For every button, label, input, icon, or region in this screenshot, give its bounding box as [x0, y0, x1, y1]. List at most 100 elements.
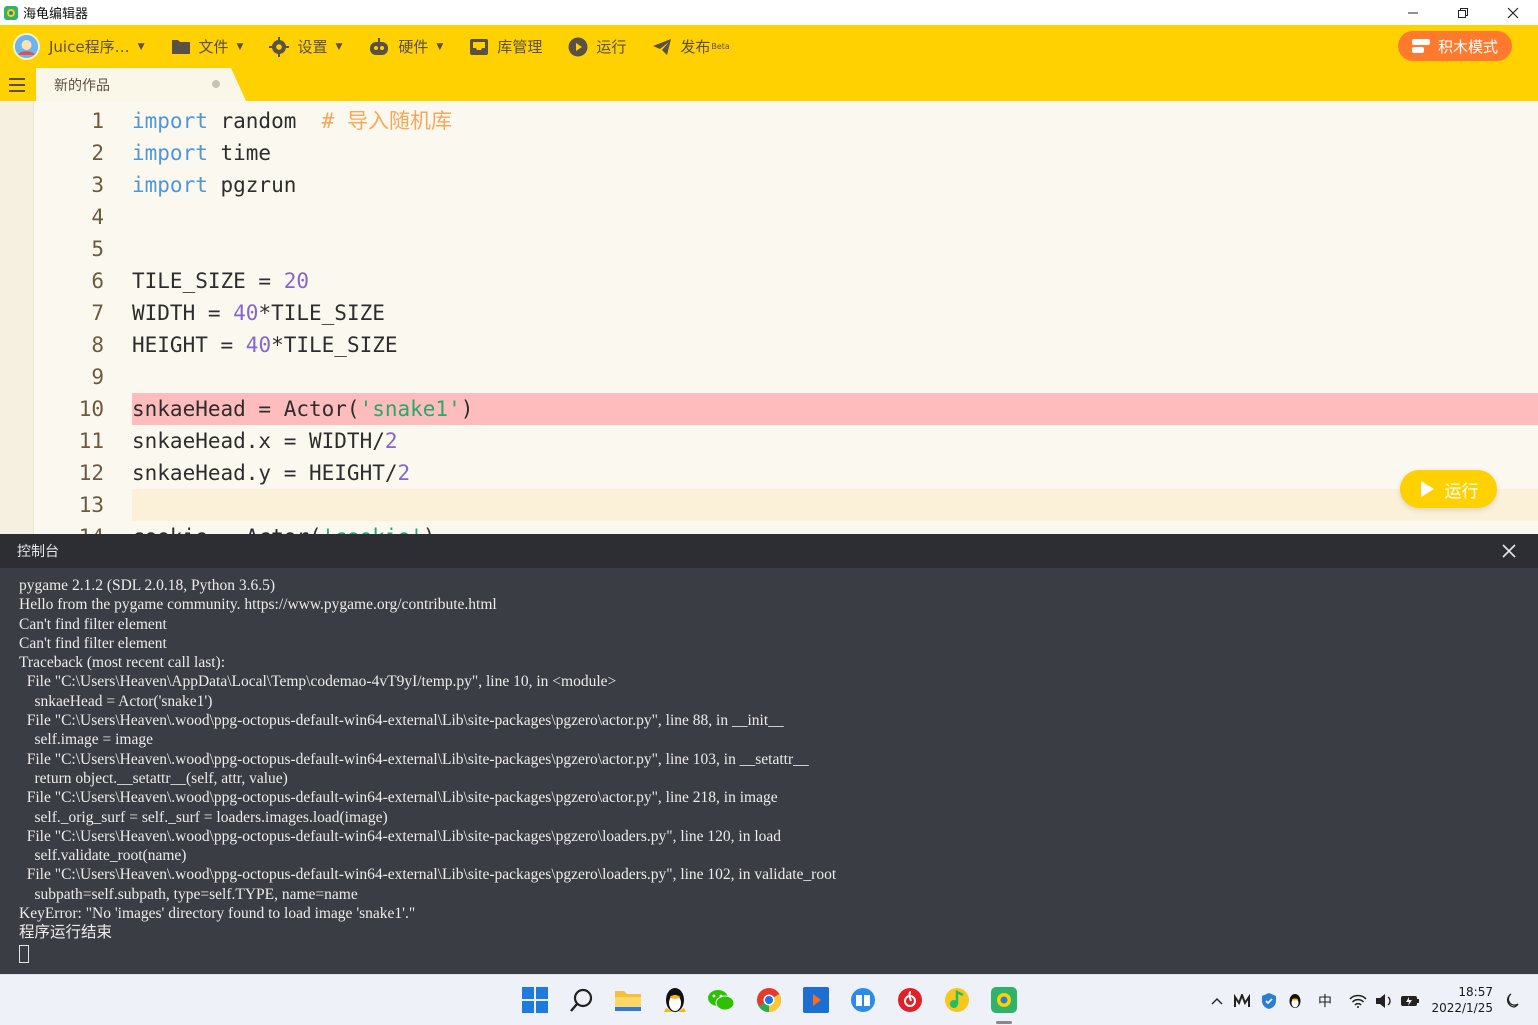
code-line[interactable]: 12 snkaeHead.y = HEIGHT/2: [0, 457, 1538, 489]
unsaved-dot-icon: [212, 80, 220, 88]
console-line: File "C:\Users\Heaven\.wood\ppg-octopus-…: [19, 712, 784, 730]
tray-app[interactable]: [1232, 991, 1252, 1011]
restore-button[interactable]: [1438, 0, 1488, 25]
code-editor[interactable]: 1 import random # 导入随机库 2 import time 3 …: [0, 101, 1538, 534]
line-number: 11: [78, 429, 104, 453]
console-line: File "C:\Users\Heaven\.wood\ppg-octopus-…: [19, 866, 837, 884]
tab-label: 新的作品: [54, 77, 110, 94]
close-window-button[interactable]: [1488, 0, 1538, 25]
robot-icon: [370, 37, 389, 55]
turtle-app-icon: [991, 987, 1017, 1013]
console-line: return object.__setattr__(self, attr, va…: [19, 769, 288, 787]
run-menu-label: 运行: [596, 38, 627, 56]
publish-button[interactable]: 发布 Beta: [639, 25, 742, 68]
battery-tray[interactable]: [1399, 991, 1421, 1011]
security-tray[interactable]: [1259, 991, 1279, 1011]
line-number: 8: [91, 333, 104, 357]
shield-icon: [1262, 993, 1276, 1009]
ime-indicator[interactable]: 中: [1314, 991, 1336, 1011]
tab-new-work[interactable]: 新的作品: [36, 68, 246, 101]
battery-icon: [1401, 996, 1419, 1006]
netease-music-button[interactable]: [895, 985, 925, 1015]
code-line[interactable]: 1 import random # 导入随机库: [0, 105, 1538, 137]
line-number: 12: [78, 461, 104, 485]
turtle-editor-taskbar-button[interactable]: [989, 985, 1019, 1015]
run-menu-button[interactable]: 运行: [555, 25, 639, 68]
media-player-icon: [803, 987, 829, 1013]
library-manager-button[interactable]: 库管理: [456, 25, 555, 68]
line-number: 6: [91, 269, 104, 293]
hardware-menu[interactable]: 硬件 ▼: [355, 25, 456, 68]
reader-button[interactable]: [848, 985, 878, 1015]
code-line[interactable]: 3 import pgzrun: [0, 169, 1538, 201]
show-hidden-icons-button[interactable]: [1208, 991, 1226, 1011]
current-line-highlight: [132, 489, 1538, 521]
qq-button[interactable]: [660, 985, 690, 1015]
window-title: 海龟编辑器: [23, 7, 89, 22]
user-name: Juice程序…: [49, 38, 130, 56]
user-menu[interactable]: Juice程序… ▼: [49, 25, 158, 68]
folder-icon: [171, 40, 190, 54]
code-line-error[interactable]: 10 snkaeHead = Actor('snake1'): [0, 393, 1538, 425]
paper-plane-icon: [653, 38, 672, 55]
file-menu[interactable]: 文件 ▼: [158, 25, 257, 68]
code-line[interactable]: 9: [0, 361, 1538, 393]
code-line[interactable]: 14 cookie = Actor('cookie'): [0, 521, 1538, 534]
code-line[interactable]: 2 import time: [0, 137, 1538, 169]
window-controls: [1388, 0, 1538, 25]
system-clock[interactable]: 18:57 2022/1/25: [1431, 984, 1493, 1016]
console-line: subpath=self.subpath, type=self.TYPE, na…: [19, 885, 358, 903]
volume-tray[interactable]: [1373, 991, 1395, 1011]
console-panel: 控制台 pygame 2.1.2 (SDL 2.0.18, Python 3.6…: [0, 534, 1538, 974]
file-explorer-button[interactable]: [613, 985, 643, 1015]
code-line[interactable]: 5: [0, 233, 1538, 265]
main-toolbar: Juice程序… ▼ 文件 ▼ 设置 ▼ 硬件 ▼ 库管理 运行 发布 Beta: [0, 25, 1538, 68]
code-line[interactable]: 6 TILE_SIZE = 20: [0, 265, 1538, 297]
code-line[interactable]: 8 HEIGHT = 40*TILE_SIZE: [0, 329, 1538, 361]
code-text: HEIGHT = 40*TILE_SIZE: [132, 333, 398, 357]
turtle-app-icon: [4, 5, 18, 20]
code-line-current[interactable]: 13: [0, 489, 1538, 521]
code-line[interactable]: 4: [0, 201, 1538, 233]
run-button[interactable]: 运行: [1400, 470, 1497, 508]
gear-icon: [269, 36, 290, 57]
folder-icon: [615, 991, 641, 1011]
start-button[interactable]: [520, 985, 550, 1015]
code-line[interactable]: 11 snkaeHead.x = WIDTH/2: [0, 425, 1538, 457]
console-line: self.validate_root(name): [19, 847, 187, 865]
minimize-button[interactable]: [1388, 0, 1438, 25]
line-number: 1: [91, 109, 104, 133]
line-number: 13: [78, 493, 104, 517]
console-line: KeyError: "No 'images' directory found t…: [19, 905, 416, 923]
qq-penguin-icon: [664, 988, 686, 1012]
chrome-button[interactable]: [754, 985, 784, 1015]
close-icon[interactable]: [1502, 544, 1516, 558]
qq-tray[interactable]: [1285, 991, 1305, 1011]
qq-penguin-icon: [1289, 994, 1301, 1008]
qq-music-button[interactable]: [942, 985, 972, 1015]
console-line: Traceback (most recent call last):: [19, 654, 226, 672]
focus-assist-tray[interactable]: [1500, 991, 1522, 1011]
console-line: File "C:\Users\Heaven\.wood\ppg-octopus-…: [19, 789, 778, 807]
avatar[interactable]: [13, 33, 40, 60]
line-number: 4: [91, 205, 104, 229]
wechat-button[interactable]: [706, 985, 736, 1015]
console-line: File "C:\Users\Heaven\AppData\Local\Temp…: [19, 673, 617, 691]
chrome-icon: [757, 988, 782, 1012]
console-line: Can't find filter element: [19, 634, 167, 652]
search-button[interactable]: [567, 985, 597, 1015]
console-title: 控制台: [17, 544, 59, 560]
code-text: snkaeHead.x = WIDTH/2: [132, 429, 398, 453]
console-end-message: 程序运行结束: [19, 923, 113, 942]
wifi-tray[interactable]: [1347, 991, 1369, 1011]
block-mode-button[interactable]: 积木模式: [1397, 31, 1512, 61]
run-button-label: 运行: [1444, 481, 1479, 502]
code-text: import pgzrun: [132, 173, 297, 197]
media-player-button[interactable]: [801, 985, 831, 1015]
sidebar-menu-button[interactable]: [0, 68, 34, 101]
library-manager-label: 库管理: [497, 38, 543, 56]
console-cursor[interactable]: [19, 944, 29, 963]
settings-menu[interactable]: 设置 ▼: [256, 25, 355, 68]
code-line[interactable]: 7 WIDTH = 40*TILE_SIZE: [0, 297, 1538, 329]
console-output[interactable]: pygame 2.1.2 (SDL 2.0.18, Python 3.6.5) …: [19, 576, 1519, 963]
